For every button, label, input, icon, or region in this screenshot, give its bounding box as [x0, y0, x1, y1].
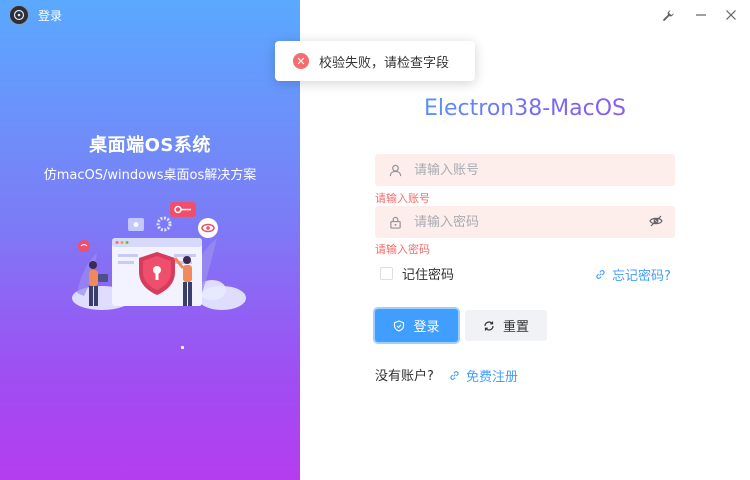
app-logo-icon — [9, 5, 29, 25]
security-illustration — [72, 202, 246, 310]
hero-subtitle: 仿macOS/windows桌面os解决方案 — [43, 168, 257, 183]
lock-icon — [390, 216, 401, 229]
forgot-password-label: 忘记密码? — [612, 269, 671, 284]
username-error: 请输入账号 — [375, 192, 430, 205]
link-icon — [450, 371, 459, 380]
eye-hidden-icon[interactable] — [649, 214, 663, 228]
window-title: 登录 — [38, 9, 63, 23]
reset-button-label: 重置 — [502, 320, 529, 335]
forgot-password-link[interactable]: 忘记密码? — [595, 265, 671, 284]
remember-password[interactable]: 记住密码 — [380, 264, 454, 283]
register-link[interactable]: 免费注册 — [449, 366, 518, 385]
username-input[interactable] — [414, 162, 634, 178]
link-icon — [596, 270, 605, 279]
reset-button[interactable]: 重置 — [465, 310, 547, 341]
toast-message: 校验失败，请检查字段 — [319, 55, 450, 71]
remember-label: 记住密码 — [402, 268, 455, 283]
no-account-text: 没有账户? — [375, 369, 434, 384]
password-error: 请输入密码 — [375, 243, 430, 256]
user-icon — [389, 164, 402, 176]
left-panel: 登录 桌面端OS系统 仿macOS/windows桌面os解决方案 — [0, 0, 300, 480]
close-icon[interactable] — [720, 5, 742, 25]
login-button-label: 登录 — [413, 320, 440, 335]
brand-title: Electron38-MacOS — [300, 96, 750, 121]
wrench-icon[interactable] — [657, 5, 679, 25]
error-toast: ✕ 校验失败，请检查字段 — [275, 41, 475, 81]
password-input[interactable] — [414, 214, 634, 230]
error-icon: ✕ — [293, 53, 309, 69]
username-field[interactable] — [375, 154, 675, 186]
login-button[interactable]: 登录 — [375, 309, 458, 342]
hero-title: 桌面端OS系统 — [89, 135, 211, 156]
remember-checkbox[interactable] — [380, 267, 393, 280]
minimize-icon[interactable] — [690, 5, 712, 25]
refresh-icon — [484, 320, 494, 331]
carousel-dot[interactable] — [181, 346, 184, 349]
password-field[interactable] — [375, 206, 675, 238]
shield-check-icon — [394, 319, 405, 332]
register-link-label: 免费注册 — [466, 370, 519, 385]
